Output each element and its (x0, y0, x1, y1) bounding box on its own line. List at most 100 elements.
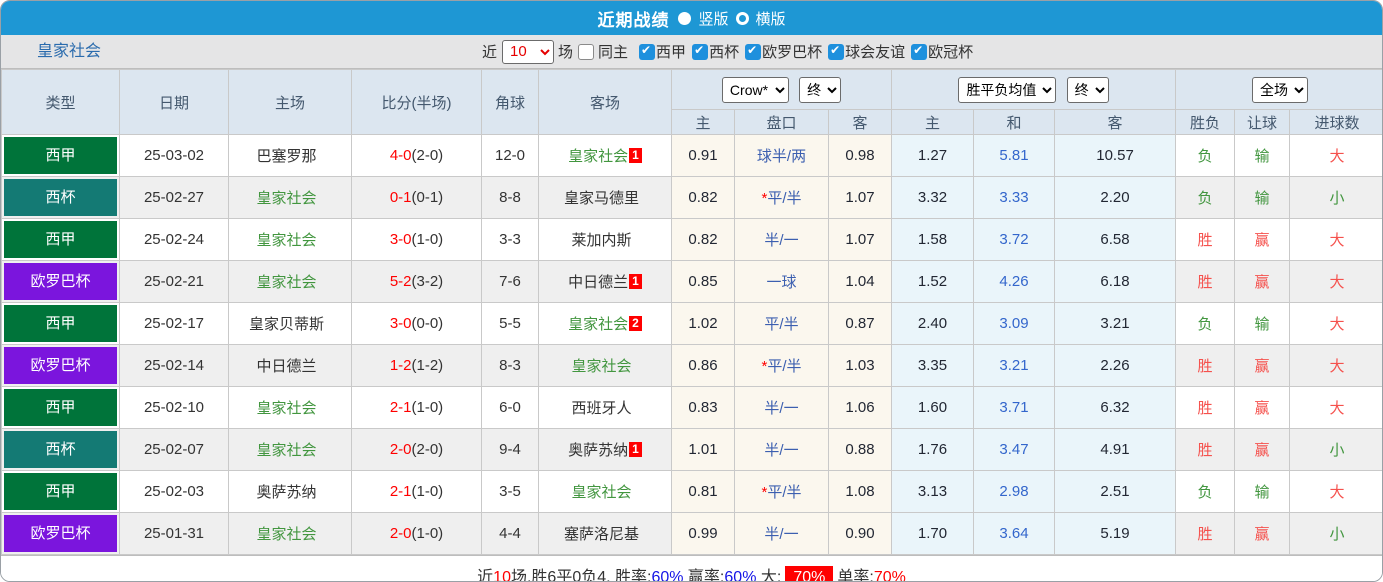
score-cell: 1-2(1-2) (351, 344, 482, 387)
wdl-draw-value: 3.09 (973, 302, 1056, 345)
league-type-badge: 欧罗巴杯 (4, 347, 117, 384)
away-rank-badge: 2 (629, 316, 642, 331)
wdl-home-value: 1.60 (891, 386, 975, 429)
handicap-value: *平/半 (734, 302, 829, 345)
away-team: 奥萨苏纳 1 (538, 428, 672, 471)
match-date: 25-02-14 (119, 344, 229, 387)
fulltime-score: 2-1 (389, 483, 412, 500)
col-corner: 角球 (481, 69, 539, 135)
handicap-value: *平/半 (734, 470, 829, 513)
recent-count-select[interactable]: 10 (502, 39, 555, 64)
home-team: 皇家社会 (228, 176, 352, 219)
odds-company-select[interactable]: Crow* (721, 76, 789, 103)
league-filter-item: 球会友谊 (828, 41, 905, 62)
wdl-draw-value: 3.72 (973, 218, 1056, 261)
layout-radio-group: 竖版 横版 (678, 8, 786, 29)
corner-score: 7-6 (481, 260, 539, 303)
halftime-score: (2-0) (411, 441, 444, 458)
results-table: 类型 日期 主场 比分(半场) 角球 客场 Crow* 终 胜平负均值 终 全场 (1, 69, 1382, 555)
horizontal-radio[interactable] (735, 11, 749, 25)
goals-result-value: 大 (1289, 134, 1382, 177)
summary-footer: 近10场,胜6平0负4, 胜率:60% 赢率:60% 大: 70% 单率:70% (1, 555, 1382, 582)
corner-score: 12-0 (481, 134, 539, 177)
score-cell: 2-0(2-0) (351, 428, 482, 471)
league-label: 西杯 (709, 44, 740, 61)
odds-time-select[interactable]: 终 (799, 76, 842, 103)
goals-result-value: 小 (1289, 428, 1382, 471)
goals-result-value: 大 (1289, 386, 1382, 429)
odds-home-value: 0.83 (671, 386, 735, 429)
wdl-away-value: 6.32 (1054, 386, 1177, 429)
halftime-score: (2-0) (411, 147, 444, 164)
match-date: 25-01-31 (119, 512, 229, 555)
odds-away-value: 1.07 (827, 176, 893, 219)
halftime-score: (1-2) (411, 357, 444, 374)
wdl-dropdown-cell: 胜平负均值 终 (891, 69, 1177, 110)
league-checkbox[interactable] (692, 43, 709, 60)
corner-score: 5-5 (481, 302, 539, 345)
summary-segment: 场,胜6平0负4, 胜率: (510, 568, 652, 582)
away-team: 莱加内斯 (538, 218, 672, 261)
odds-away-value: 1.03 (827, 344, 893, 387)
fulltime-score: 5-2 (389, 273, 412, 290)
wdl-draw-value: 5.81 (973, 134, 1056, 177)
wdl-mode-select[interactable]: 胜平负均值 (958, 76, 1057, 103)
home-team: 皇家社会 (228, 428, 352, 471)
fulltime-score: 0-1 (389, 189, 412, 206)
home-team: 皇家社会 (228, 260, 352, 303)
goals-result-value: 小 (1289, 176, 1382, 219)
outcome-value: 负 (1175, 134, 1236, 177)
goals-result-value: 大 (1289, 344, 1382, 387)
league-checkbox[interactable] (828, 43, 845, 60)
match-date: 25-02-10 (119, 386, 229, 429)
league-filter-item: 欧冠杯 (911, 41, 973, 62)
away-rank-badge: 1 (629, 274, 642, 289)
corner-score: 8-3 (481, 344, 539, 387)
handicap-result-value: 赢 (1234, 512, 1291, 555)
odds-home-value: 1.02 (671, 302, 735, 345)
away-team: 皇家社会 (538, 344, 672, 387)
match-row: 西甲 25-02-24 皇家社会 3-0(1-0) 3-3 莱加内斯 0.82 … (1, 218, 1382, 261)
score-cell: 2-0(1-0) (351, 512, 482, 555)
col-type: 类型 (1, 69, 120, 135)
col-wdl-home: 主 (891, 109, 975, 135)
handicap-result-value: 输 (1234, 134, 1291, 177)
wdl-draw-value: 4.26 (973, 260, 1056, 303)
home-team: 奥萨苏纳 (228, 470, 352, 513)
away-rank-badge: 1 (629, 442, 642, 457)
wdl-home-value: 1.52 (891, 260, 975, 303)
league-checkbox[interactable] (639, 43, 656, 60)
period-select[interactable]: 全场 (1252, 76, 1309, 103)
wdl-time-select[interactable]: 终 (1066, 76, 1109, 103)
vertical-radio-label: 竖版 (698, 10, 729, 28)
col-away: 客场 (538, 69, 672, 135)
away-team: 皇家社会 (538, 470, 672, 513)
league-checkbox[interactable] (745, 43, 762, 60)
odds-away-value: 0.98 (827, 134, 893, 177)
league-checkbox[interactable] (911, 43, 928, 60)
outcome-value: 胜 (1175, 386, 1236, 429)
match-row: 西甲 25-02-17 皇家贝蒂斯 3-0(0-0) 5-5 皇家社会 2 1.0… (1, 302, 1382, 345)
wdl-away-value: 2.26 (1054, 344, 1177, 387)
corner-score: 3-3 (481, 218, 539, 261)
wdl-away-value: 2.20 (1054, 176, 1177, 219)
home-team: 巴塞罗那 (228, 134, 352, 177)
wdl-home-value: 1.70 (891, 512, 975, 555)
corner-score: 4-4 (481, 512, 539, 555)
odds-home-value: 0.91 (671, 134, 735, 177)
wdl-draw-value: 3.21 (973, 344, 1056, 387)
handicap-result-value: 赢 (1234, 428, 1291, 471)
wdl-home-value: 1.58 (891, 218, 975, 261)
outcome-value: 胜 (1175, 428, 1236, 471)
same-home-checkbox[interactable] (578, 43, 595, 60)
goals-result-value: 大 (1289, 302, 1382, 345)
fulltime-score: 3-0 (389, 315, 412, 332)
odds-away-value: 0.87 (827, 302, 893, 345)
col-date: 日期 (119, 69, 229, 135)
match-row: 欧罗巴杯 25-02-21 皇家社会 5-2(3-2) 7-6 中日德兰 1 0.… (1, 260, 1382, 303)
col-wdl-away: 客 (1054, 109, 1177, 135)
score-cell: 2-1(1-0) (351, 386, 482, 429)
wdl-away-value: 6.18 (1054, 260, 1177, 303)
handicap-value: *平/半 (734, 176, 829, 219)
vertical-radio[interactable] (678, 11, 692, 25)
